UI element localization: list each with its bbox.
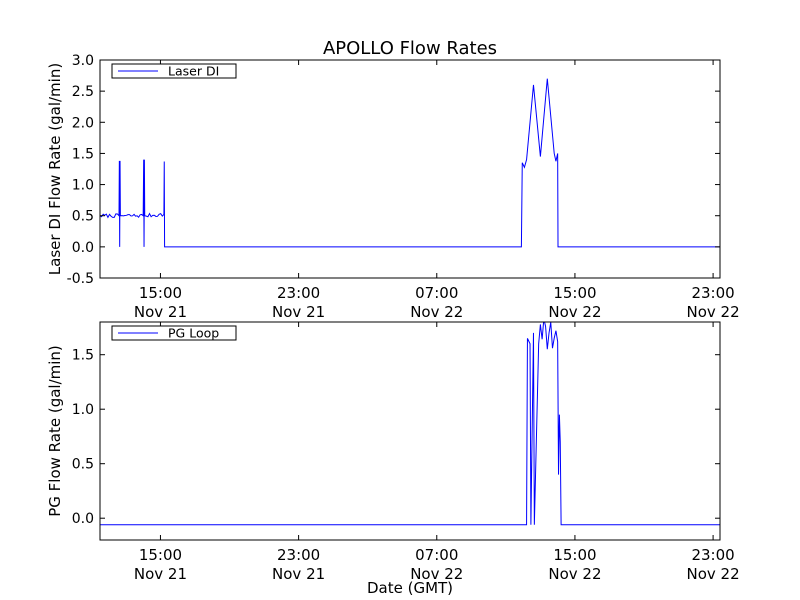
bottom-ytick-label: 1.5 [72, 348, 94, 364]
bottom-xtick-date-label: Nov 21 [272, 565, 325, 583]
top-legend-label: Laser DI [168, 64, 219, 79]
top-xtick-time-label: 07:00 [415, 284, 458, 302]
bottom-xtick-time-label: 15:00 [139, 546, 182, 564]
top-ytick-label: 1.5 [72, 146, 94, 162]
bottom-legend-label: PG Loop [168, 326, 219, 341]
top-y-axis-label: Laser DI Flow Rate (gal/min) [46, 63, 64, 275]
bottom-ytick-label: 0.5 [72, 457, 94, 473]
figure: APOLLO Flow Rates Date (GMT) -0.50.00.51… [0, 0, 800, 600]
top-ytick-label: 0.0 [72, 240, 94, 256]
top-ytick-label: -0.5 [67, 271, 94, 287]
bottom-xtick-date-label: Nov 22 [687, 565, 740, 583]
top-ytick-label: 2.5 [72, 84, 94, 100]
top-xtick-date-label: Nov 22 [410, 303, 463, 321]
figure-title: APOLLO Flow Rates [323, 38, 497, 59]
top-ytick-label: 1.0 [72, 178, 94, 194]
top-ytick-label: 3.0 [72, 53, 94, 69]
top-xtick-date-label: Nov 22 [687, 303, 740, 321]
bottom-xtick-time-label: 07:00 [415, 546, 458, 564]
top-xtick-date-label: Nov 21 [272, 303, 325, 321]
top-xtick-time-label: 23:00 [691, 284, 734, 302]
bottom-xtick-date-label: Nov 22 [548, 565, 601, 583]
bottom-xtick-time-label: 23:00 [277, 546, 320, 564]
bottom-ytick-label: 1.0 [72, 402, 94, 418]
bottom-xtick-time-label: 23:00 [691, 546, 734, 564]
top-xtick-time-label: 15:00 [553, 284, 596, 302]
figure-background [0, 0, 800, 600]
bottom-y-axis-label: PG Flow Rate (gal/min) [46, 345, 64, 517]
top-xtick-time-label: 23:00 [277, 284, 320, 302]
bottom-xtick-date-label: Nov 22 [410, 565, 463, 583]
bottom-xtick-time-label: 15:00 [553, 546, 596, 564]
top-xtick-date-label: Nov 21 [134, 303, 187, 321]
top-xtick-time-label: 15:00 [139, 284, 182, 302]
top-ytick-label: 2.0 [72, 115, 94, 131]
bottom-ytick-label: 0.0 [72, 511, 94, 527]
top-xtick-date-label: Nov 22 [548, 303, 601, 321]
bottom-xtick-date-label: Nov 21 [134, 565, 187, 583]
top-ytick-label: 0.5 [72, 209, 94, 225]
